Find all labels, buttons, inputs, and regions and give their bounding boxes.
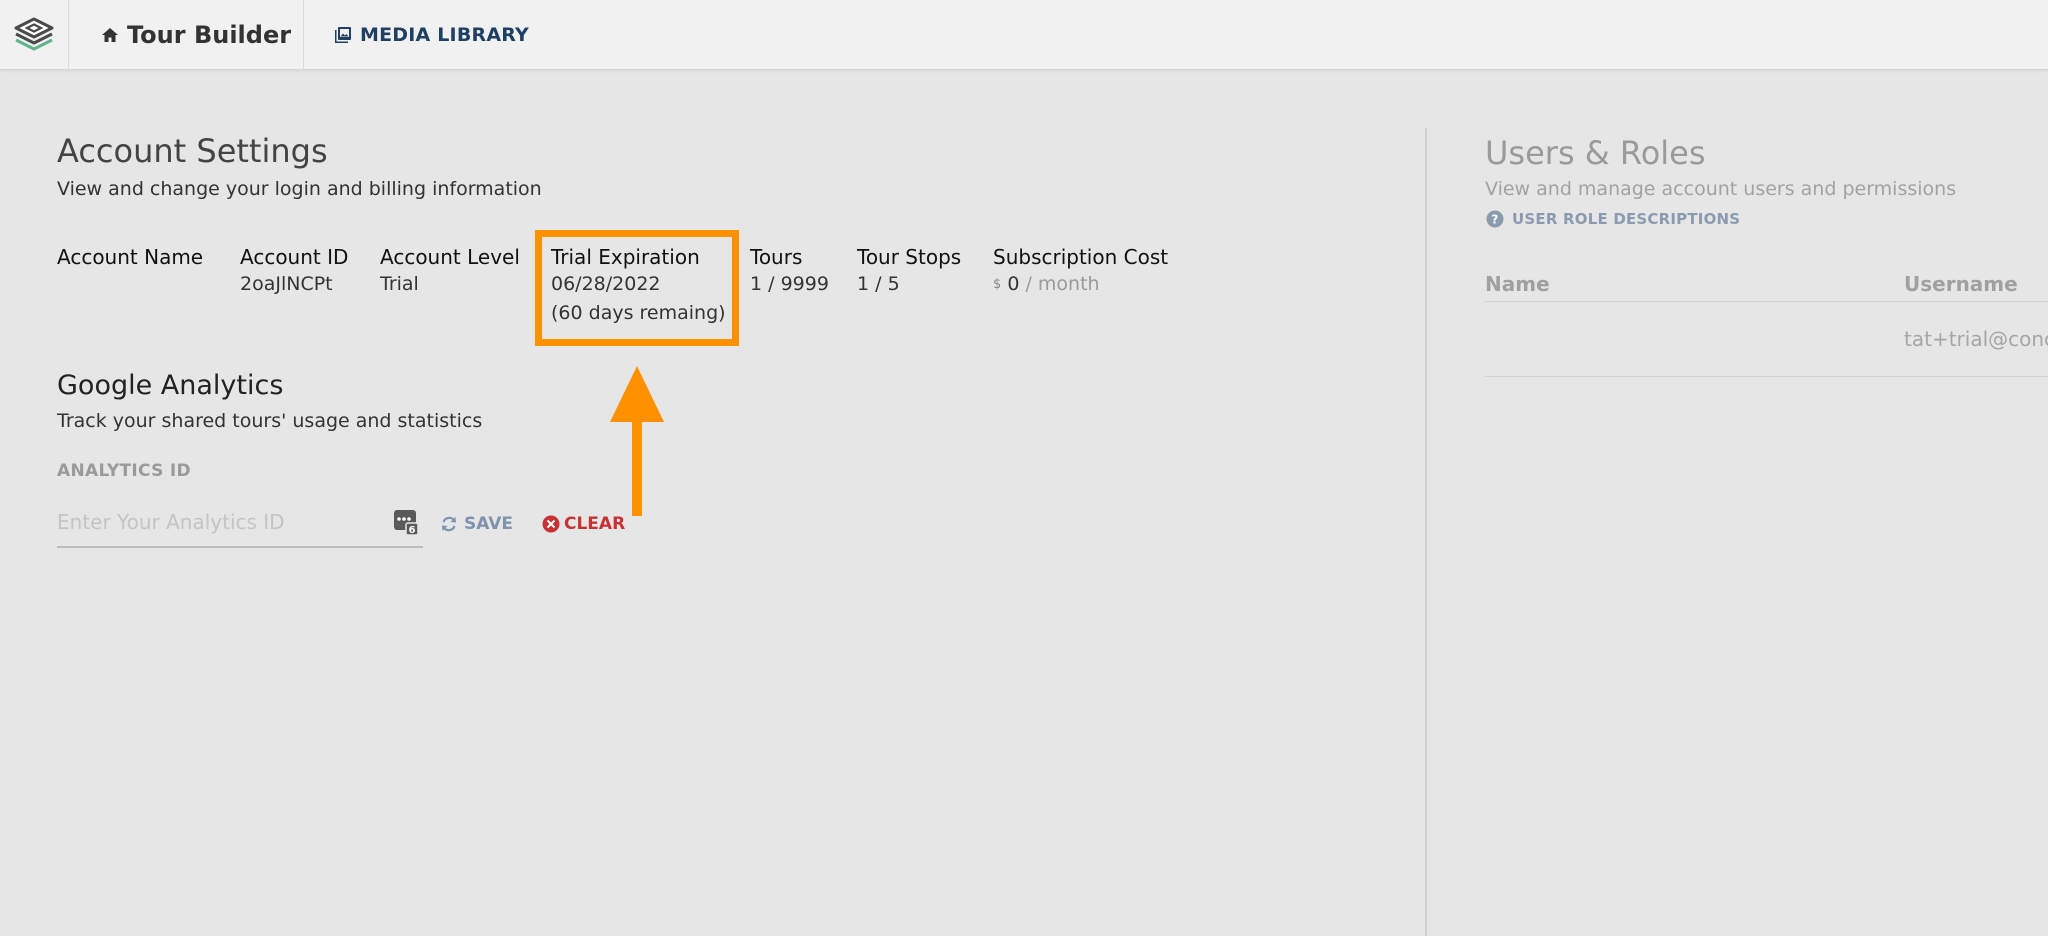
tour-stops-label: Tour Stops <box>857 245 962 269</box>
column-header-username: Username <box>1904 272 2018 296</box>
analytics-id-input[interactable] <box>57 502 377 542</box>
user-role-descriptions-link[interactable]: ? USER ROLE DESCRIPTIONS <box>1486 210 1740 228</box>
svg-text:?: ? <box>1491 213 1498 227</box>
app-logo[interactable] <box>0 0 69 70</box>
password-manager-icon[interactable]: 6 <box>393 508 419 540</box>
account-id-label: Account ID <box>240 245 349 269</box>
field-tour-stops: Tour Stops 1 / 5 <box>857 244 961 299</box>
save-button-label: SAVE <box>464 514 514 534</box>
account-settings-subtitle: View and change your login and billing i… <box>57 178 542 200</box>
nav-media-library-label: MEDIA LIBRARY <box>360 23 529 46</box>
analytics-title: Google Analytics <box>57 370 284 401</box>
subscription-amount: 0 <box>1007 273 1020 295</box>
users-table-header: Name Username <box>1485 272 2048 302</box>
subscription-cost-label: Subscription Cost <box>993 245 1169 269</box>
refresh-icon <box>442 516 456 532</box>
user-role-descriptions-label: USER ROLE DESCRIPTIONS <box>1512 210 1741 228</box>
home-icon <box>101 26 119 44</box>
trial-expiration-highlight <box>535 230 739 346</box>
account-level-value: Trial <box>380 273 419 295</box>
nav-tour-builder[interactable]: Tour Builder <box>69 0 304 70</box>
analytics-subtitle: Track your shared tours' usage and stati… <box>57 410 483 432</box>
field-subscription-cost: Subscription Cost $ 0 / month <box>993 244 1168 299</box>
tour-stops-value: 1 / 5 <box>857 273 900 295</box>
clear-button-label: CLEAR <box>564 514 626 534</box>
tours-value: 1 / 9999 <box>750 273 829 295</box>
clear-button[interactable]: CLEAR <box>542 511 625 537</box>
field-account-level: Account Level Trial <box>380 244 520 299</box>
help-circle-icon: ? <box>1486 210 1504 228</box>
up-arrow-annotation-icon <box>610 366 664 516</box>
column-divider <box>1425 128 1427 936</box>
table-row[interactable]: tat+trial@conce <box>1485 303 2048 377</box>
field-tours: Tours 1 / 9999 <box>750 244 829 299</box>
account-settings-title: Account Settings <box>57 132 328 170</box>
subscription-cost-value: $ 0 / month <box>993 270 1168 299</box>
svg-text:6: 6 <box>409 525 416 536</box>
top-navbar: Tour Builder MEDIA LIBRARY <box>0 0 2048 70</box>
save-button[interactable]: SAVE <box>440 511 513 537</box>
users-roles-subtitle: View and manage account users and permis… <box>1485 178 1957 200</box>
analytics-input-wrapper: 6 <box>57 502 423 548</box>
account-id-value: 2oaJlNCPt <box>240 273 333 295</box>
currency-symbol: $ <box>993 277 1002 292</box>
account-level-label: Account Level <box>380 245 520 269</box>
subscription-period: / month <box>1019 273 1100 295</box>
close-circle-icon <box>542 515 560 533</box>
field-account-id: Account ID 2oaJlNCPt <box>240 244 348 299</box>
account-name-label: Account Name <box>57 245 204 269</box>
analytics-id-label: ANALYTICS ID <box>57 461 191 481</box>
field-account-name: Account Name <box>57 244 203 270</box>
layers-logo-icon <box>14 17 54 51</box>
photo-library-icon <box>334 26 352 44</box>
user-username-cell: tat+trial@conce <box>1904 327 2048 351</box>
column-header-name: Name <box>1485 272 1550 296</box>
tours-label: Tours <box>750 245 803 269</box>
nav-tour-builder-label: Tour Builder <box>127 21 292 49</box>
nav-media-library[interactable]: MEDIA LIBRARY <box>304 0 529 69</box>
users-roles-title: Users & Roles <box>1485 134 1706 172</box>
